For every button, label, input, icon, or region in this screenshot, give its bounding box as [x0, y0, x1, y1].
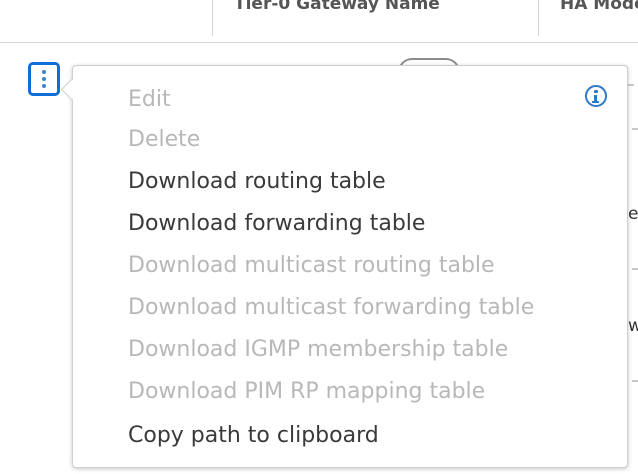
column-header-tier0-gateway-name[interactable]: Tier-0 Gateway Name	[234, 0, 440, 14]
table-row-divider	[628, 84, 634, 86]
menu-item-download-pim-rp-mapping-table[interactable]: Download PIM RP mapping table	[128, 378, 485, 406]
table-row-divider	[632, 268, 638, 270]
menu-item-delete[interactable]: Delete	[128, 126, 200, 154]
table-row-divider	[632, 128, 638, 130]
menu-item-download-multicast-routing-table[interactable]: Download multicast routing table	[128, 252, 495, 280]
kebab-dot	[42, 84, 46, 88]
menu-item-download-routing-table[interactable]: Download routing table	[128, 168, 386, 196]
table-cell-fragment: e	[628, 204, 638, 224]
column-divider	[538, 0, 539, 36]
table-row-divider	[632, 380, 638, 382]
menu-item-download-forwarding-table[interactable]: Download forwarding table	[128, 210, 425, 238]
menu-item-download-igmp-membership-table[interactable]: Download IGMP membership table	[128, 336, 508, 364]
row-actions-button[interactable]	[28, 62, 60, 96]
info-icon[interactable]	[585, 85, 607, 107]
menu-item-download-multicast-forwarding-table[interactable]: Download multicast forwarding table	[128, 294, 534, 322]
menu-item-copy-path-to-clipboard[interactable]: Copy path to clipboard	[128, 422, 379, 450]
column-header-ha-mode[interactable]: HA Mode	[560, 0, 638, 14]
row-actions-menu: Edit Delete Download routing table Downl…	[72, 65, 628, 468]
column-divider	[212, 0, 213, 36]
kebab-dot	[42, 77, 46, 81]
table-header: Tier-0 Gateway Name HA Mode	[0, 0, 638, 43]
table-cell-fragment: w	[628, 316, 638, 336]
menu-item-edit[interactable]: Edit	[128, 86, 171, 114]
kebab-dot	[42, 70, 46, 74]
